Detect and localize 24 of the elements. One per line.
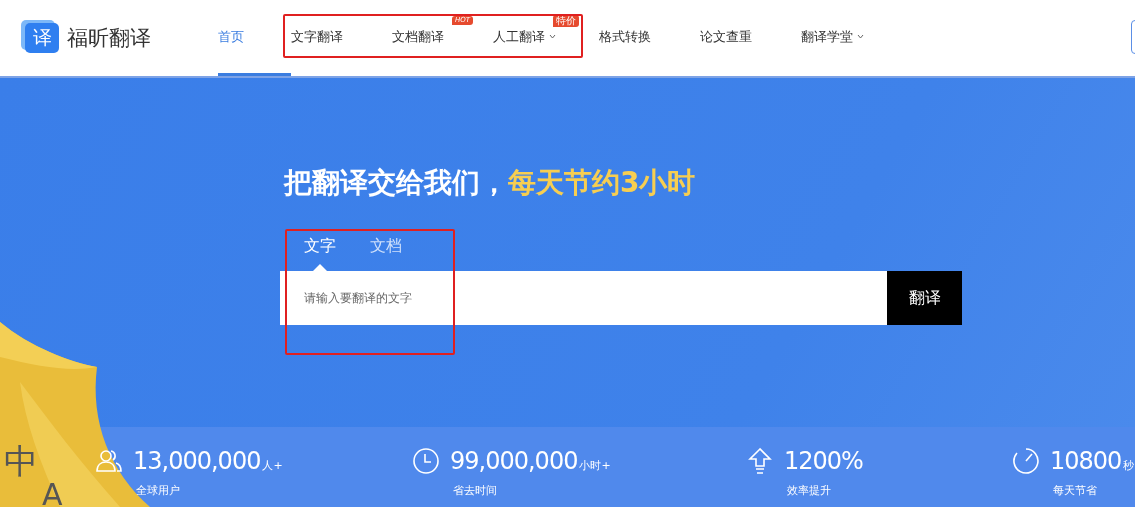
nav-link[interactable]: 文字翻译 [291,0,392,76]
stat-unit: 小时+ [579,458,611,473]
stat-value: 10800 [1050,447,1122,475]
stat-label: 全球用户 [136,483,181,498]
hero-title: 把翻译交给我们，每天节约3小时 [284,165,697,201]
stat-value: 99,000,000 [450,447,578,475]
stat-value: 1200% [784,447,863,475]
stat-label: 省去时间 [453,483,498,498]
up-arrow-icon [746,447,774,475]
nav-link[interactable]: 人工翻译 特价 [493,0,599,76]
logo-name[interactable]: 福昕翻译 [67,24,151,52]
nav-link[interactable]: 论文查重 [700,0,801,76]
translate-button[interactable]: 翻译 [887,271,962,325]
stat-label: 每天节省 [1053,483,1098,498]
timer-icon [1012,447,1040,475]
users-icon [95,447,123,475]
nav-link[interactable]: 翻译学堂 [801,0,881,76]
stat-label: 效率提升 [787,483,832,498]
stat-value: 13,000,000 [133,447,261,475]
clock-icon [412,447,440,475]
stat-unit: 秒 [1123,458,1135,473]
stat-unit: 人+ [262,458,283,473]
translate-input[interactable]: 请输入要翻译的文字 [280,271,887,325]
nav-link[interactable]: 格式转换 [599,0,700,76]
